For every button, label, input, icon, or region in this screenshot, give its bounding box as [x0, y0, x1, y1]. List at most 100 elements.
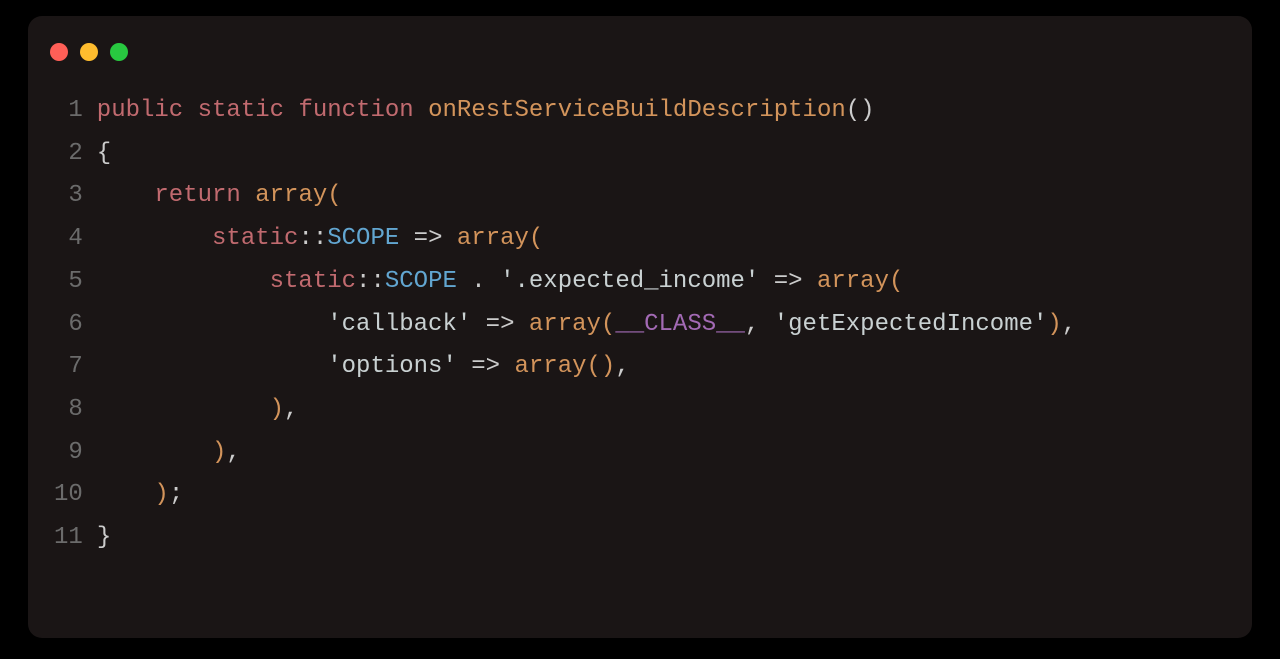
code-token: static [270, 268, 356, 295]
code-token [457, 353, 471, 380]
code-token: array [457, 225, 529, 252]
line-number: 2 [54, 133, 83, 176]
code-token: ) [1047, 311, 1061, 338]
code-token [414, 97, 428, 124]
line-content: ), [97, 432, 241, 475]
code-token: static [212, 225, 298, 252]
code-token: onRestServiceBuildDescription [428, 97, 846, 124]
line-content: return array( [97, 175, 342, 218]
code-line: 11} [54, 517, 1226, 560]
code-line: 4 static::SCOPE => array( [54, 218, 1226, 261]
code-token: , [226, 439, 240, 466]
code-token [442, 225, 456, 252]
titlebar [28, 16, 1252, 68]
code-token [97, 481, 155, 508]
line-content: public static function onRestServiceBuil… [97, 90, 875, 133]
code-token: => [471, 353, 500, 380]
code-token [97, 225, 212, 252]
code-token: . [457, 268, 500, 295]
code-token: 'getExpectedIncome' [774, 311, 1048, 338]
code-token: ) [270, 396, 284, 423]
line-number: 8 [54, 389, 83, 432]
line-number: 9 [54, 432, 83, 475]
code-token: SCOPE [385, 268, 457, 295]
code-token: { [97, 140, 111, 167]
code-token: __CLASS__ [615, 311, 745, 338]
line-number: 4 [54, 218, 83, 261]
code-token [183, 97, 197, 124]
close-icon[interactable] [50, 43, 68, 61]
zoom-icon[interactable] [110, 43, 128, 61]
line-content: } [97, 517, 111, 560]
minimize-icon[interactable] [80, 43, 98, 61]
code-token: array [255, 182, 327, 209]
line-number: 3 [54, 175, 83, 218]
code-token: return [154, 182, 240, 209]
code-token [471, 311, 485, 338]
code-token: => [774, 268, 803, 295]
code-token: ( [889, 268, 903, 295]
line-content: 'options' => array(), [97, 346, 630, 389]
line-number: 6 [54, 304, 83, 347]
code-token [97, 182, 155, 209]
code-token: static [198, 97, 284, 124]
code-token [399, 225, 413, 252]
code-token: ; [169, 481, 183, 508]
line-number: 10 [54, 474, 83, 517]
line-content: static::SCOPE => array( [97, 218, 544, 261]
code-token [500, 353, 514, 380]
line-number: 1 [54, 90, 83, 133]
code-token: :: [356, 268, 385, 295]
code-token: ( [327, 182, 341, 209]
code-line: 6 'callback' => array(__CLASS__, 'getExp… [54, 304, 1226, 347]
code-token: ( [601, 311, 615, 338]
code-token [97, 311, 327, 338]
code-token: SCOPE [327, 225, 399, 252]
code-line: 5 static::SCOPE . '.expected_income' => … [54, 261, 1226, 304]
code-token: 'callback' [327, 311, 471, 338]
code-token: () [587, 353, 616, 380]
code-line: 8 ), [54, 389, 1226, 432]
line-content: 'callback' => array(__CLASS__, 'getExpec… [97, 304, 1076, 347]
line-number: 7 [54, 346, 83, 389]
code-token: function [298, 97, 413, 124]
code-token [97, 353, 327, 380]
code-token [97, 268, 270, 295]
code-area[interactable]: 1 public static function onRestServiceBui… [28, 68, 1252, 586]
code-token [759, 268, 773, 295]
code-token: , [1062, 311, 1076, 338]
code-token: => [486, 311, 515, 338]
code-line: 2{ [54, 133, 1226, 176]
code-token [284, 97, 298, 124]
code-token: public [97, 97, 183, 124]
code-token [97, 439, 212, 466]
code-token [97, 396, 270, 423]
code-token: ( [529, 225, 543, 252]
code-window: 1 public static function onRestServiceBui… [28, 16, 1252, 638]
code-token: :: [298, 225, 327, 252]
code-token [803, 268, 817, 295]
code-token: } [97, 524, 111, 551]
code-line: 7 'options' => array(), [54, 346, 1226, 389]
code-token [241, 182, 255, 209]
code-token: '.expected_income' [500, 268, 759, 295]
code-token: , [284, 396, 298, 423]
code-token: array [817, 268, 889, 295]
code-token [514, 311, 528, 338]
code-token: 'options' [327, 353, 457, 380]
code-token: , [615, 353, 629, 380]
code-line: 1 public static function onRestServiceBui… [54, 90, 1226, 133]
line-number: 11 [54, 517, 83, 560]
code-token: , [745, 311, 774, 338]
code-line: 3 return array( [54, 175, 1226, 218]
code-line: 10 ); [54, 474, 1226, 517]
line-content: ), [97, 389, 299, 432]
line-content: static::SCOPE . '.expected_income' => ar… [97, 261, 904, 304]
code-token: array [529, 311, 601, 338]
code-token: () [846, 97, 875, 124]
code-token: ) [154, 481, 168, 508]
line-number: 5 [54, 261, 83, 304]
code-token: => [414, 225, 443, 252]
line-content: { [97, 133, 111, 176]
code-token: array [514, 353, 586, 380]
